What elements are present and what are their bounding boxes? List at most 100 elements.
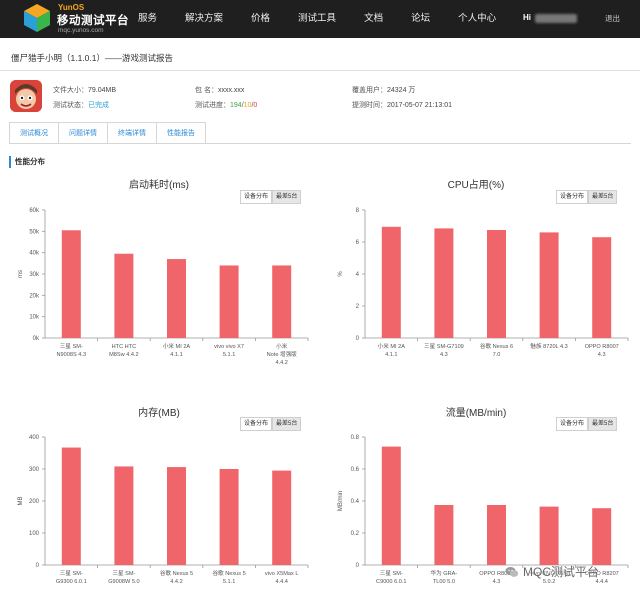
bar[interactable] (272, 265, 292, 338)
toggle-worst-five[interactable]: 最差5台 (588, 417, 618, 431)
coverage-label: 覆盖用户： (352, 87, 387, 94)
toggle-device-distribution[interactable]: 设备分布 (556, 190, 589, 204)
bar[interactable] (381, 226, 401, 338)
toggle-device-distribution[interactable]: 设备分布 (240, 417, 273, 431)
bar[interactable] (487, 505, 506, 565)
tab-test-overview[interactable]: 测试概况 (9, 122, 58, 144)
nav-item-docs[interactable]: 文档 (364, 0, 383, 38)
bar[interactable] (219, 265, 239, 338)
nav-item-services[interactable]: 服务 (138, 0, 157, 38)
y-tick-label: 300 (29, 467, 40, 473)
progress-total: 10 (243, 102, 252, 109)
x-tick-label: 魅族 8720L 4.3 (530, 342, 567, 350)
bar[interactable] (434, 228, 454, 338)
submit-time-label: 提测时间： (352, 102, 387, 109)
y-tick-label: 8 (356, 208, 360, 214)
nav-item-test-tools[interactable]: 测试工具 (298, 0, 336, 38)
progress-done: 194 (230, 102, 242, 109)
x-tick-label: vivo X5Max L (265, 571, 299, 577)
toggle-device-distribution[interactable]: 设备分布 (556, 417, 589, 431)
toggle-device-distribution[interactable]: 设备分布 (240, 190, 273, 204)
y-tick-label: 0.8 (351, 435, 360, 441)
watermark-text: MQC测试平台 (523, 565, 599, 579)
watermark: MQC测试平台 (505, 563, 599, 580)
toggle-worst-five[interactable]: 最差5台 (588, 190, 618, 204)
y-tick-label: 200 (29, 499, 40, 505)
x-tick-label: 4.3 (440, 352, 448, 358)
bar[interactable] (61, 230, 81, 338)
y-axis-label: MB/min (338, 491, 344, 511)
bar[interactable] (167, 259, 186, 338)
submit-time-value: 2017-05-07 21:13:01 (387, 102, 452, 109)
yunos-cube-logo-icon[interactable] (23, 3, 51, 33)
x-tick-label: 4.1.1 (170, 352, 182, 358)
package-info: 包 名：xxxx.xxx (195, 85, 244, 95)
blurred-username[interactable] (535, 14, 577, 23)
page-title-row: 僵尸猎手小明（1.1.0.1）——游戏测试报告 (0, 45, 640, 71)
x-tick-label: 谷歌 Nexus 6 (480, 342, 513, 350)
test-status-info: 测试状态：已完成 (53, 100, 109, 110)
chart-toggle-traffic: 设备分布 最差5台 (556, 417, 618, 431)
logout-link[interactable]: 退出 (605, 13, 620, 24)
bar[interactable] (167, 467, 186, 565)
chart-title-startup: 启动耗时(ms) (129, 180, 189, 191)
bar[interactable] (539, 232, 559, 338)
x-tick-label: 7.0 (493, 352, 501, 358)
brand-small-label: YunOS (58, 3, 85, 12)
x-tick-label: 三星 SM-G7109 (424, 343, 464, 350)
y-tick-label: 60k (29, 208, 40, 214)
y-tick-label: 0.2 (351, 531, 360, 537)
progress-fail: 0 (253, 102, 258, 109)
tab-issue-details[interactable]: 问题详情 (58, 122, 107, 144)
y-axis-label: ms (18, 270, 24, 278)
bar[interactable] (61, 447, 81, 565)
x-tick-label: 三星 SM- (60, 570, 83, 577)
file-size-value: 79.04MB (88, 87, 117, 94)
tab-device-details[interactable]: 终端详情 (107, 122, 156, 144)
toggle-worst-five[interactable]: 最差5台 (272, 190, 302, 204)
bar[interactable] (434, 505, 454, 565)
toggle-worst-five[interactable]: 最差5台 (272, 417, 302, 431)
y-tick-label: 20k (29, 293, 40, 299)
bar[interactable] (272, 470, 292, 565)
section-title: 性能分布 (9, 156, 45, 168)
test-status-label: 测试状态： (53, 102, 88, 109)
user-greeting: Hi (523, 13, 531, 22)
package-label: 包 名： (195, 87, 218, 94)
nav-item-user-center[interactable]: 个人中心 (458, 0, 496, 38)
coverage-value: 24324 万 (387, 87, 416, 94)
y-tick-label: 0 (356, 563, 360, 569)
brand-url: mqc.yunos.com (58, 27, 104, 34)
nav-item-solutions[interactable]: 解决方案 (185, 0, 223, 38)
nav-item-pricing[interactable]: 价格 (251, 0, 270, 38)
bar[interactable] (114, 466, 134, 565)
bar[interactable] (219, 469, 239, 565)
main-nav: 服务 解决方案 价格 测试工具 文档 论坛 个人中心 (138, 0, 524, 38)
chart-svg: 0 2 4 6 8% 小米 MI 2A 4.1.1 三星 SM-G7109 4.3 谷歌 Nexu… (338, 208, 629, 358)
tab-performance-report[interactable]: 性能报告 (156, 122, 206, 144)
chart-toggle-memory: 设备分布 最差5台 (240, 417, 302, 431)
chart-toggle-startup: 设备分布 最差5台 (240, 190, 302, 204)
y-tick-label: 400 (29, 435, 40, 441)
x-tick-label: vivo vivo X7 (214, 344, 244, 350)
bar[interactable] (539, 506, 559, 565)
x-tick-label: 谷歌 Nexus 5 (160, 569, 193, 577)
bar[interactable] (381, 446, 401, 565)
x-tick-label: 谷歌 Nexus 5 (212, 569, 245, 577)
nav-item-forum[interactable]: 论坛 (411, 0, 430, 38)
bar[interactable] (592, 508, 612, 565)
brand-name[interactable]: 移动测试平台 (57, 12, 129, 28)
coverage-info: 覆盖用户：24324 万 (352, 85, 415, 95)
y-axis-label: MB (18, 497, 24, 506)
bar[interactable] (487, 230, 506, 338)
chart-title-traffic: 流量(MB/min) (445, 408, 507, 419)
y-tick-label: 0.4 (351, 499, 360, 505)
memory-chart: 0 100 200 300 400 MB 三星 SM- G9300 6.0.1 三星 SM- G9… (0, 432, 318, 597)
x-tick-label: 小米 MI 2A (163, 342, 191, 350)
y-tick-label: 0 (356, 336, 360, 342)
bar[interactable] (592, 237, 612, 338)
x-tick-label: 4.4.4 (275, 579, 287, 585)
package-value: xxxx.xxx (217, 87, 245, 94)
page-title: 僵尸猎手小明（1.1.0.1）——游戏测试报告 (11, 53, 173, 63)
bar[interactable] (114, 253, 134, 338)
